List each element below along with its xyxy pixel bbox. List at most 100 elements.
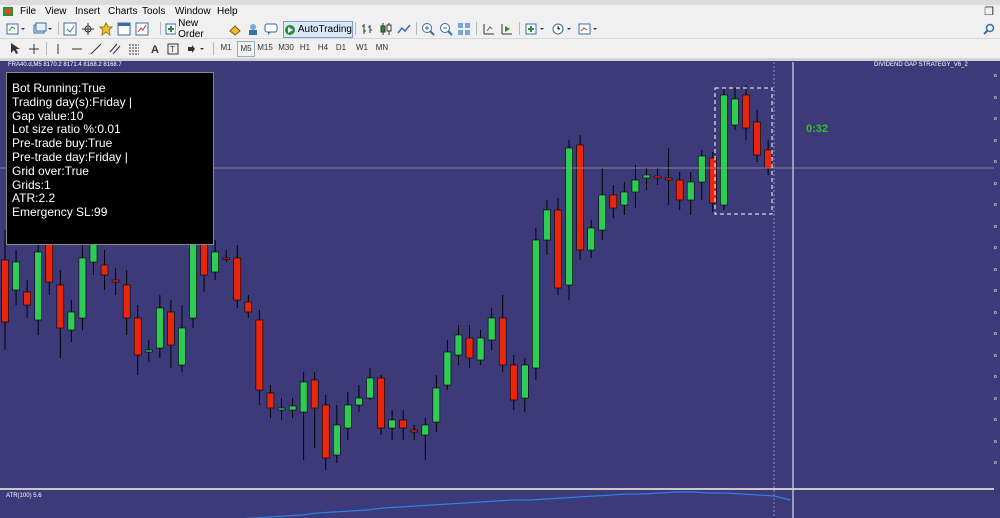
timeframe-h1[interactable]: H1 (298, 41, 312, 55)
arrows-dropdown-button[interactable] (186, 41, 208, 56)
timeframe-d1[interactable]: D1 (334, 41, 348, 55)
timeframe-mn[interactable]: MN (374, 41, 390, 55)
timeframe-m30[interactable]: M30 (277, 41, 295, 55)
price-tick-label: 8 (994, 439, 997, 444)
magnifier-icon (983, 23, 995, 35)
menu-file[interactable]: File (20, 6, 36, 18)
bearish-candle (753, 121, 761, 156)
restore-icon[interactable]: ❐ (984, 5, 994, 18)
price-tick-label: 8 (994, 461, 997, 465)
bearish-candle (410, 429, 419, 433)
menu-help[interactable]: Help (217, 6, 238, 18)
terminal-button[interactable] (116, 21, 132, 36)
autotrading-icon (285, 24, 295, 35)
metaeditor-button[interactable] (227, 21, 243, 36)
chat-icon (264, 23, 278, 35)
indicators-icon (525, 23, 544, 34)
chart-shift-button[interactable] (481, 21, 497, 36)
bullish-candle (211, 251, 219, 273)
bar-chart-icon (362, 23, 372, 34)
templates-button[interactable] (578, 21, 600, 36)
bullish-candle (277, 407, 286, 411)
info-line: Lot size ratio %:0.01 (12, 122, 121, 137)
autoscroll-button[interactable] (499, 21, 515, 36)
menu-window[interactable]: Window (175, 6, 211, 18)
autotrading-label: AutoTrading (297, 24, 352, 35)
menu-view[interactable]: View (45, 6, 67, 18)
bullish-candle (487, 317, 496, 341)
zoom-in-button[interactable] (420, 21, 436, 36)
bearish-candle (45, 239, 54, 283)
bearish-candle (465, 337, 474, 359)
bearish-candle (554, 209, 562, 289)
bar-chart-button[interactable] (360, 21, 376, 36)
vertical-line-button[interactable] (52, 41, 64, 56)
text-label-button[interactable]: T (166, 41, 180, 56)
expert-advisor-name: DIVIDEND GAP STRATEGY_V6_2 (874, 62, 968, 68)
horizontal-line-button[interactable] (70, 41, 84, 56)
price-tick-label: 8 (994, 117, 997, 121)
bullish-candle (598, 194, 607, 231)
bullish-candle (543, 209, 551, 241)
bullish-candle (642, 174, 651, 179)
data-window-button[interactable] (80, 21, 96, 36)
subwindow-separator[interactable] (0, 488, 994, 490)
bullish-candle (388, 419, 396, 429)
indicators-button[interactable] (524, 21, 548, 36)
text-tool-button[interactable]: A (149, 41, 161, 56)
bullish-candle (299, 381, 308, 413)
autoscroll-icon (501, 23, 512, 34)
signals-button[interactable] (245, 21, 261, 36)
timeframe-m1[interactable]: M1 (218, 41, 234, 55)
info-line: Pre-trade day:Friday | (12, 149, 128, 164)
timeframe-m15[interactable]: M15 (256, 41, 274, 55)
chat-button[interactable] (263, 21, 279, 36)
bearish-candle (100, 264, 109, 276)
menu-bar: File View Insert Charts Tools Window Hel… (0, 5, 1000, 19)
bearish-candle (111, 279, 120, 283)
timeframe-h4[interactable]: H4 (316, 41, 330, 55)
tile-windows-button[interactable] (456, 21, 472, 36)
crosshair-icon (29, 43, 39, 54)
menu-charts[interactable]: Charts (108, 6, 137, 18)
periods-button[interactable] (552, 21, 574, 36)
bullish-candle (443, 351, 452, 386)
candlestick-icon (380, 22, 392, 35)
svg-text:T: T (170, 45, 175, 54)
standard-toolbar: New Order AutoTrading (0, 18, 1000, 40)
menu-insert[interactable]: Insert (75, 6, 100, 18)
price-scale[interactable]: 8 8 8 8 8 8 8 8 8 8 8 8 8 8 8 8 8 8 8 (994, 62, 1000, 518)
app-icon (3, 7, 13, 16)
zoom-out-button[interactable] (438, 21, 454, 36)
market-watch-button[interactable] (62, 21, 78, 36)
new-order-button[interactable]: New Order (165, 18, 223, 40)
price-tick-label: 8 (994, 160, 997, 164)
fibonacci-button[interactable] (127, 41, 141, 56)
strategy-tester-button[interactable] (134, 21, 150, 36)
info-line: ATR:2.2 (12, 191, 56, 206)
equidistant-channel-button[interactable] (108, 41, 122, 56)
bullish-candle (587, 227, 595, 251)
terminal-icon (117, 22, 131, 35)
bullish-candle (144, 349, 153, 353)
autotrading-button[interactable]: AutoTrading (283, 21, 353, 38)
bullish-candle (421, 424, 430, 436)
new-chart-button[interactable] (5, 21, 27, 36)
bearish-candle (222, 257, 230, 260)
price-tick-label: 8 (994, 396, 997, 401)
bullish-candle (731, 98, 739, 126)
menu-tools[interactable]: Tools (142, 6, 165, 18)
candlestick-button[interactable] (378, 21, 394, 36)
search-button[interactable] (982, 21, 996, 36)
timeframe-m5[interactable]: M5 (237, 41, 255, 57)
line-chart-button[interactable] (396, 21, 412, 36)
profiles-button[interactable] (32, 21, 54, 36)
trendline-button[interactable] (89, 41, 103, 56)
crosshair-button[interactable] (27, 41, 41, 56)
channel-icon (109, 43, 121, 54)
bullish-candle (631, 179, 640, 193)
cursor-button[interactable] (8, 41, 22, 56)
bearish-candle (23, 291, 31, 306)
timeframe-w1[interactable]: W1 (354, 41, 370, 55)
navigator-button[interactable] (98, 21, 114, 36)
